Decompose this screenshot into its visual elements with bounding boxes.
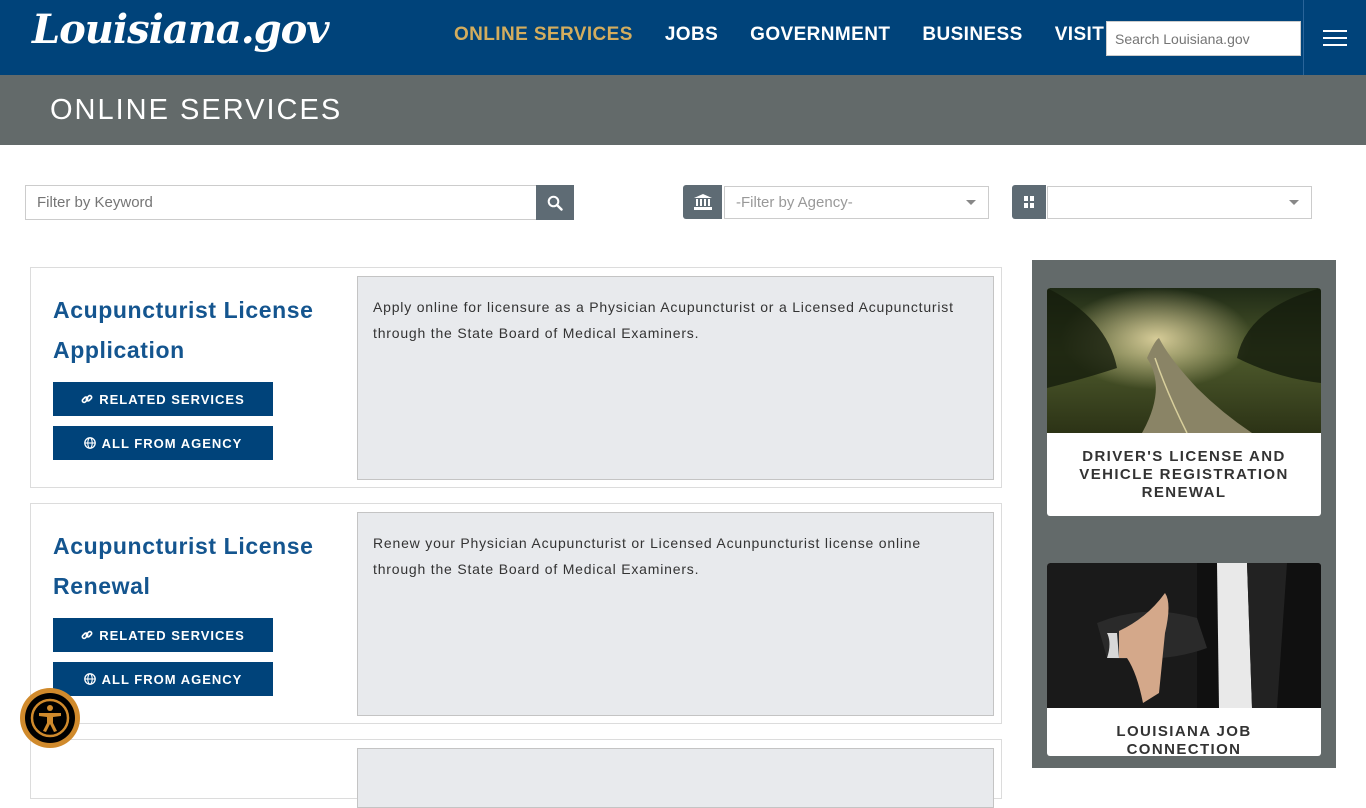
nav-online-services[interactable]: ONLINE SERVICES: [454, 24, 633, 46]
service-title[interactable]: Acupuncturist License Application: [53, 290, 343, 370]
all-from-agency-button[interactable]: ALL FROM AGENCY: [53, 426, 273, 460]
handshake-image: [1047, 563, 1321, 708]
service-title[interactable]: Acupuncturist License Renewal: [53, 526, 343, 606]
category-filter-select[interactable]: [1047, 186, 1312, 219]
link-icon: [81, 394, 93, 404]
chevron-down-icon: [1289, 200, 1299, 205]
all-from-agency-button[interactable]: ALL FROM AGENCY: [53, 662, 273, 696]
grid-icon: [1024, 196, 1034, 208]
main-nav: ONLINE SERVICES JOBS GOVERNMENT BUSINESS…: [454, 24, 1136, 46]
promo-label: DRIVER'S LICENSE AND VEHICLE REGISTRATIO…: [1079, 448, 1289, 501]
nav-divider: [1303, 0, 1304, 75]
agency-filter-select[interactable]: -Filter by Agency-: [724, 186, 989, 219]
search-icon: [547, 195, 563, 211]
related-services-button[interactable]: RELATED SERVICES: [53, 618, 273, 652]
globe-icon: [83, 673, 96, 685]
service-description: Apply online for licensure as a Physicia…: [357, 276, 994, 480]
promo-label: LOUISIANA JOB CONNECTION: [1116, 723, 1252, 756]
service-description: [357, 748, 994, 808]
service-card: Acupuncturist License Renewal RELATED SE…: [30, 503, 1002, 724]
keyword-filter-input[interactable]: [25, 185, 536, 220]
nav-business[interactable]: BUSINESS: [922, 24, 1022, 46]
service-description: Renew your Physician Acupuncturist or Li…: [357, 512, 994, 716]
nav-visit[interactable]: VISIT: [1055, 24, 1105, 46]
nav-government[interactable]: GOVERNMENT: [750, 24, 890, 46]
chevron-down-icon: [966, 200, 976, 205]
site-search-input[interactable]: [1106, 21, 1301, 56]
link-icon: [81, 630, 93, 640]
accessibility-button[interactable]: [20, 688, 80, 748]
promo-drivers-license[interactable]: DRIVER'S LICENSE AND VEHICLE REGISTRATIO…: [1047, 288, 1321, 516]
page-banner: ONLINE SERVICES: [0, 75, 1366, 145]
agency-filter-placeholder: -Filter by Agency-: [736, 194, 853, 211]
service-card: [30, 739, 1002, 808]
hamburger-menu-icon[interactable]: [1323, 30, 1347, 46]
category-filter-addon: [1012, 185, 1046, 219]
keyword-search-button[interactable]: [536, 185, 574, 220]
promo-job-connection[interactable]: LOUISIANA JOB CONNECTION: [1047, 563, 1321, 756]
globe-icon: [83, 437, 96, 449]
service-card: Acupuncturist License Application RELATE…: [30, 267, 1002, 488]
institution-icon: [693, 194, 712, 210]
accessibility-icon: [30, 698, 70, 738]
page-title: ONLINE SERVICES: [50, 94, 343, 126]
agency-filter-addon: [683, 185, 722, 219]
top-navbar: Louisiana.gov ONLINE SERVICES JOBS GOVER…: [0, 0, 1366, 75]
site-logo[interactable]: Louisiana.gov: [32, 6, 330, 53]
country-road-image: [1047, 288, 1321, 433]
nav-jobs[interactable]: JOBS: [665, 24, 718, 46]
featured-sidebar: DRIVER'S LICENSE AND VEHICLE REGISTRATIO…: [1032, 260, 1336, 768]
related-services-button[interactable]: RELATED SERVICES: [53, 382, 273, 416]
